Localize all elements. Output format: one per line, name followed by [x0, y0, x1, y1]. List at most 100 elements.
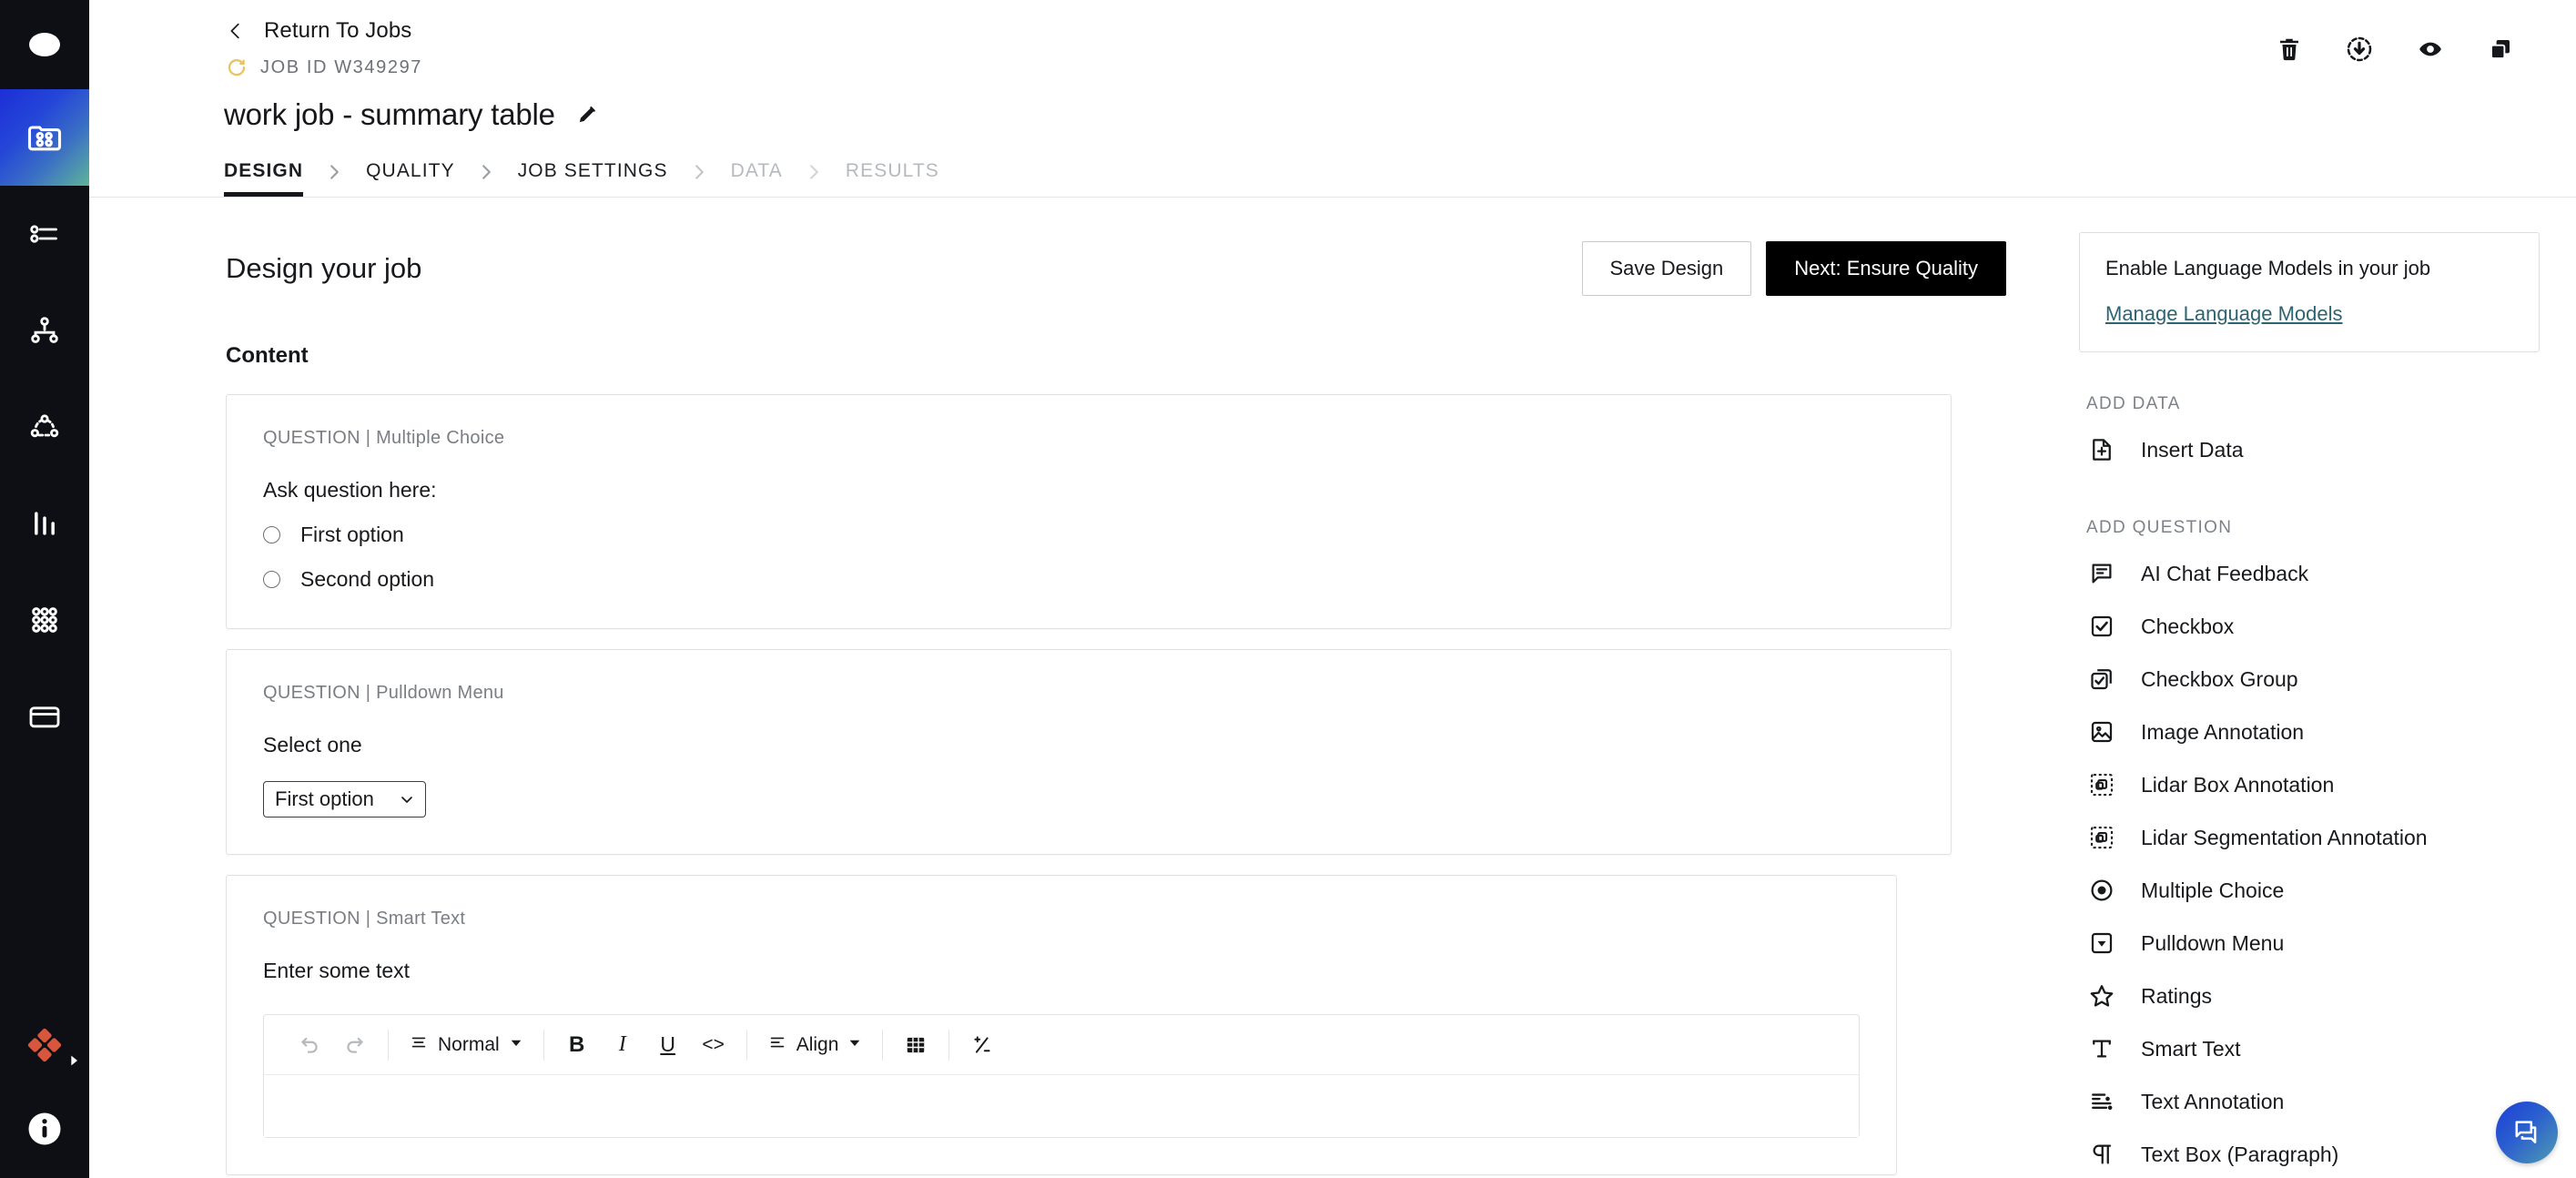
block-style-label: Normal	[438, 1033, 500, 1055]
list-settings-icon	[26, 216, 63, 252]
rich-text-editor: Normal B I U <> Align	[263, 1014, 1860, 1138]
panel-item-text-annotation[interactable]: Text Annotation	[2079, 1075, 2540, 1128]
rail-item-workflow[interactable]	[0, 379, 89, 475]
title-row: work job - summary table	[89, 87, 2576, 142]
radio-filled-icon	[2086, 877, 2117, 904]
panel-item-label: Checkbox	[2141, 614, 2235, 638]
question-kicker-type: Multiple Choice	[376, 428, 505, 448]
panel-item-checkbox[interactable]: Checkbox	[2079, 600, 2540, 653]
radio-button-icon[interactable]	[263, 526, 280, 543]
panel-item-pulldown-menu[interactable]: Pulldown Menu	[2079, 917, 2540, 970]
refresh-status-icon	[226, 56, 248, 78]
collapse-rail-button[interactable]	[66, 1054, 82, 1071]
pulldown-selected-value: First option	[275, 787, 374, 810]
language-models-title: Enable Language Models in your job	[2105, 257, 2431, 279]
rail-item-list[interactable]	[0, 186, 89, 282]
undo-icon[interactable]	[289, 1025, 330, 1065]
download-icon[interactable]	[2345, 35, 2374, 64]
checkbox-group-icon	[2086, 665, 2117, 693]
tab-separator-icon	[783, 162, 846, 197]
rich-text-input-area[interactable]	[264, 1075, 1859, 1137]
tab-data: DATA	[730, 160, 783, 181]
history-group	[277, 1025, 388, 1065]
tab-job-settings[interactable]: JOB SETTINGS	[518, 160, 668, 197]
radio-option-row[interactable]: First option	[263, 523, 1914, 547]
panel-item-label: Lidar Segmentation Annotation	[2141, 825, 2428, 849]
redo-icon[interactable]	[335, 1025, 375, 1065]
question-card-smart-text[interactable]: QUESTION | Smart Text Enter some text No…	[226, 875, 1897, 1175]
question-kicker-type: Smart Text	[376, 909, 466, 929]
code-button[interactable]: <>	[694, 1025, 734, 1065]
question-kicker-prefix: QUESTION |	[263, 683, 377, 703]
manage-language-models-link[interactable]: Manage Language Models	[2105, 302, 2343, 326]
image-annotation-icon	[2086, 718, 2117, 746]
serif-t-icon	[2086, 1035, 2117, 1062]
panel-item-ratings[interactable]: Ratings	[2079, 970, 2540, 1022]
next-ensure-quality-button[interactable]: Next: Ensure Quality	[1766, 241, 2006, 296]
caret-right-icon	[66, 1053, 81, 1072]
radio-button-icon[interactable]	[263, 571, 280, 588]
inline-format-group: B I U <>	[544, 1025, 746, 1065]
add-element-panel: Enable Language Models in your job Manag…	[2061, 198, 2576, 1178]
code-label: <>	[702, 1033, 725, 1055]
radio-option-row[interactable]: Second option	[263, 567, 1914, 592]
question-card-pulldown-menu[interactable]: QUESTION | Pulldown Menu Select one Firs…	[226, 649, 1952, 855]
underline-button[interactable]: U	[648, 1025, 688, 1065]
chevron-left-icon[interactable]	[226, 21, 246, 41]
panel-item-label: Lidar Box Annotation	[2141, 772, 2335, 797]
eye-icon[interactable]	[2416, 35, 2445, 64]
pencil-icon[interactable]	[575, 103, 599, 127]
app-root: Return To Jobs JOB ID W349297 work job -…	[0, 0, 2576, 1178]
tab-results: RESULTS	[845, 160, 939, 181]
panel-item-lidar-box-annotation[interactable]: Lidar Box Annotation	[2079, 758, 2540, 811]
panel-item-image-annotation[interactable]: Image Annotation	[2079, 706, 2540, 758]
question-kicker-prefix: QUESTION |	[263, 428, 377, 448]
panel-item-checkbox-group[interactable]: Checkbox Group	[2079, 653, 2540, 706]
rich-text-toolbar: Normal B I U <> Align	[264, 1015, 1859, 1075]
panel-item-ai-chat-feedback[interactable]: AI Chat Feedback	[2079, 547, 2540, 600]
rail-item-hierarchy[interactable]	[0, 282, 89, 379]
left-nav-rail	[0, 0, 89, 1178]
lidar-segmentation-icon	[2086, 824, 2117, 851]
panel-item-insert-data[interactable]: Insert Data	[2079, 423, 2540, 476]
panel-item-text-box-paragraph[interactable]: Text Box (Paragraph)	[2079, 1128, 2540, 1178]
save-design-button[interactable]: Save Design	[1581, 241, 1752, 296]
panel-item-label: Text Box (Paragraph)	[2141, 1142, 2339, 1166]
chat-bubble-icon	[2086, 560, 2117, 587]
app-logo[interactable]	[0, 0, 89, 89]
panel-item-label: Text Annotation	[2141, 1089, 2285, 1113]
bold-button[interactable]: B	[557, 1025, 597, 1065]
tab-separator-icon	[668, 162, 731, 197]
rail-item-billing[interactable]	[0, 668, 89, 765]
copy-icon[interactable]	[2487, 36, 2514, 63]
table-icon[interactable]	[896, 1025, 936, 1065]
block-style-group: Normal	[389, 1025, 543, 1065]
fraction-icon[interactable]	[962, 1025, 1002, 1065]
panel-item-smart-text[interactable]: Smart Text	[2079, 1022, 2540, 1075]
question-card-stack: QUESTION | Multiple Choice Ask question …	[226, 394, 2006, 1178]
diamond-cluster-logo-icon	[25, 1026, 64, 1069]
block-style-dropdown[interactable]: Normal	[401, 1025, 531, 1065]
design-canvas: Design your job Save Design Next: Ensure…	[89, 198, 2061, 1178]
return-to-jobs-link[interactable]: Return To Jobs	[264, 18, 411, 44]
italic-button[interactable]: I	[603, 1025, 643, 1065]
design-header-row: Design your job Save Design Next: Ensure…	[226, 241, 2006, 296]
bar-chart-icon	[26, 505, 63, 542]
design-action-buttons: Save Design Next: Ensure Quality	[1581, 241, 2006, 296]
text-annotation-icon	[2086, 1088, 2117, 1115]
pulldown-select[interactable]: First option	[263, 781, 426, 817]
chat-support-button[interactable]	[2496, 1102, 2558, 1163]
content-column: Return To Jobs JOB ID W349297 work job -…	[89, 0, 2576, 1178]
rail-item-jobs[interactable]	[0, 89, 89, 186]
help-info-button[interactable]	[0, 1083, 89, 1178]
trash-icon[interactable]	[2276, 36, 2303, 63]
panel-item-lidar-segmentation-annotation[interactable]: Lidar Segmentation Annotation	[2079, 811, 2540, 864]
tab-quality[interactable]: QUALITY	[366, 160, 455, 197]
tab-design[interactable]: DESIGN	[224, 160, 304, 197]
rail-item-apps[interactable]	[0, 572, 89, 668]
content-section-label: Content	[226, 343, 309, 368]
panel-item-multiple-choice[interactable]: Multiple Choice	[2079, 864, 2540, 917]
question-card-multiple-choice[interactable]: QUESTION | Multiple Choice Ask question …	[226, 394, 1952, 629]
align-dropdown[interactable]: Align	[760, 1025, 870, 1065]
rail-item-analytics[interactable]	[0, 475, 89, 572]
